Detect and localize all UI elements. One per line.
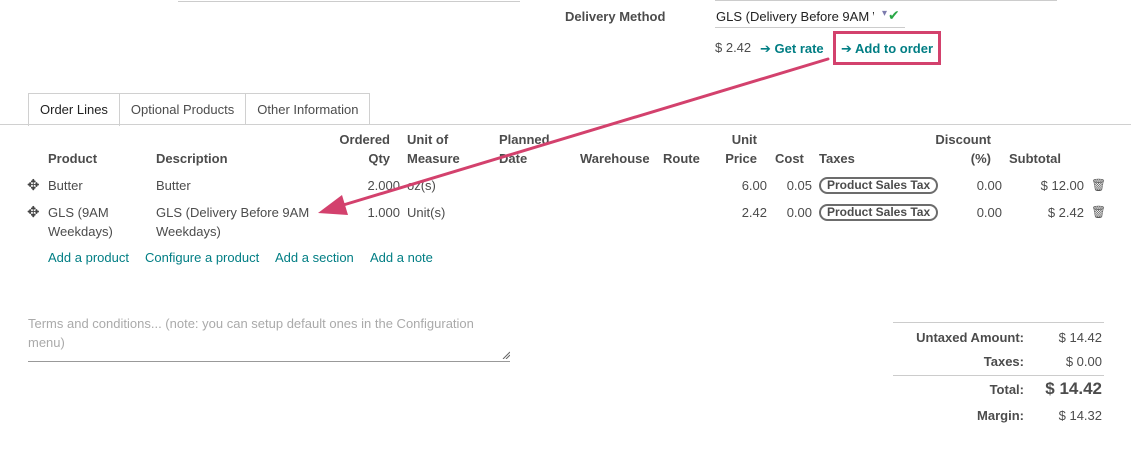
check-icon: ✔ (888, 7, 900, 23)
terms-and-conditions-textarea[interactable]: Terms and conditions... (note: you can s… (28, 314, 510, 362)
tabs-divider (0, 124, 1131, 125)
field-underline (178, 1, 520, 2)
row-unit-price: 2.42 (741, 205, 767, 220)
column-header-unit-price-line2: Price (725, 151, 757, 166)
row-qty: 1.000 (367, 205, 400, 220)
column-header-description[interactable]: Description (156, 149, 228, 168)
column-header-discount-line2: (%) (970, 151, 991, 166)
row-discount: 0.00 (976, 178, 1002, 193)
column-header-unit-price[interactable]: Unit Price (700, 130, 757, 168)
column-header-route[interactable]: Route (663, 149, 700, 168)
total-value: $ 14.42 (1045, 379, 1102, 398)
get-rate-button[interactable]: ➔ Get rate (760, 41, 824, 57)
field-underline (715, 0, 1057, 1)
row-unit-price: 6.00 (741, 178, 767, 193)
delivery-method-select[interactable]: GLS (Delivery Before 9AM Weekdays) (716, 9, 874, 24)
get-rate-label: Get rate (774, 41, 824, 56)
row-uom: oz(s) (407, 178, 436, 193)
taxes-value: $ 0.00 (1065, 354, 1102, 369)
row-description: Butter (156, 178, 191, 193)
row-subtotal: $ 12.00 (1040, 178, 1084, 193)
column-header-planned-date[interactable]: Planned Date (499, 130, 550, 168)
notebook-tabs: Order Lines Optional Products Other Info… (28, 93, 371, 126)
column-header-product[interactable]: Product (48, 149, 97, 168)
totals-divider (893, 375, 1104, 376)
add-product-link[interactable]: Add a product (48, 248, 129, 267)
column-header-planned-line2: Date (499, 151, 528, 166)
margin-value: $ 14.32 (1058, 408, 1102, 423)
configure-product-link[interactable]: Configure a product (145, 248, 259, 267)
row-product: Butter (48, 178, 83, 193)
column-header-cost[interactable]: Cost (775, 149, 804, 168)
tax-badge: Product Sales Tax (819, 177, 939, 194)
row-subtotal: $ 2.42 (1047, 205, 1084, 220)
caret-down-icon[interactable]: ▾ (882, 8, 887, 19)
annotation-highlight-box (833, 31, 941, 65)
delivery-rate-amount: $ 2.42 (715, 40, 752, 55)
column-header-ordered-qty-line2: Qty (368, 151, 390, 166)
row-cost: 0.00 (786, 205, 812, 220)
row-product-line2: Weekdays) (48, 224, 113, 239)
column-header-planned-line1: Planned (499, 132, 550, 147)
row-description: GLS (Delivery Before 9AM Weekdays) (156, 203, 309, 241)
column-header-warehouse[interactable]: Warehouse (580, 149, 650, 168)
column-header-unit-of-measure[interactable]: Unit of Measure (407, 130, 460, 168)
resize-handle-icon[interactable] (502, 351, 510, 359)
column-header-ordered-qty[interactable]: Ordered Qty (320, 130, 390, 168)
column-header-uom-line2: Measure (407, 151, 460, 166)
trash-icon[interactable]: 🗑 (1091, 178, 1106, 192)
row-product-line1: GLS (9AM (48, 205, 109, 220)
field-underline (715, 27, 905, 28)
column-header-uom-line1: Unit of (407, 132, 449, 147)
tab-other-information[interactable]: Other Information (245, 93, 371, 125)
untaxed-amount-value: $ 14.42 (1058, 330, 1102, 345)
tab-optional-products[interactable]: Optional Products (118, 93, 247, 125)
add-section-link[interactable]: Add a section (275, 248, 354, 267)
delivery-method-label: Delivery Method (565, 9, 666, 24)
column-header-discount-line1: Discount (935, 132, 991, 147)
row-description-line2: Weekdays) (156, 224, 221, 239)
add-note-link[interactable]: Add a note (370, 248, 433, 267)
row-discount: 0.00 (976, 205, 1002, 220)
row-uom: Unit(s) (407, 205, 446, 220)
row-product: GLS (9AM Weekdays) (48, 203, 113, 241)
column-header-ordered-qty-line1: Ordered (339, 132, 390, 147)
arrow-right-icon: ➔ (760, 41, 771, 56)
tab-order-lines[interactable]: Order Lines (28, 93, 120, 126)
drag-handle-icon[interactable]: ✥ (27, 176, 40, 194)
row-cost: 0.05 (786, 178, 812, 193)
row-description-line1: GLS (Delivery Before 9AM (156, 205, 310, 220)
totals-divider (893, 322, 1104, 323)
row-qty: 2.000 (367, 178, 400, 193)
tax-badge: Product Sales Tax (819, 204, 939, 221)
column-header-subtotal[interactable]: Subtotal (1009, 149, 1061, 168)
trash-icon[interactable]: 🗑 (1091, 205, 1106, 219)
column-header-taxes[interactable]: Taxes (819, 149, 855, 168)
column-header-unit-price-line1: Unit (731, 132, 757, 147)
drag-handle-icon[interactable]: ✥ (27, 203, 40, 221)
column-header-discount[interactable]: Discount (%) (920, 130, 991, 168)
